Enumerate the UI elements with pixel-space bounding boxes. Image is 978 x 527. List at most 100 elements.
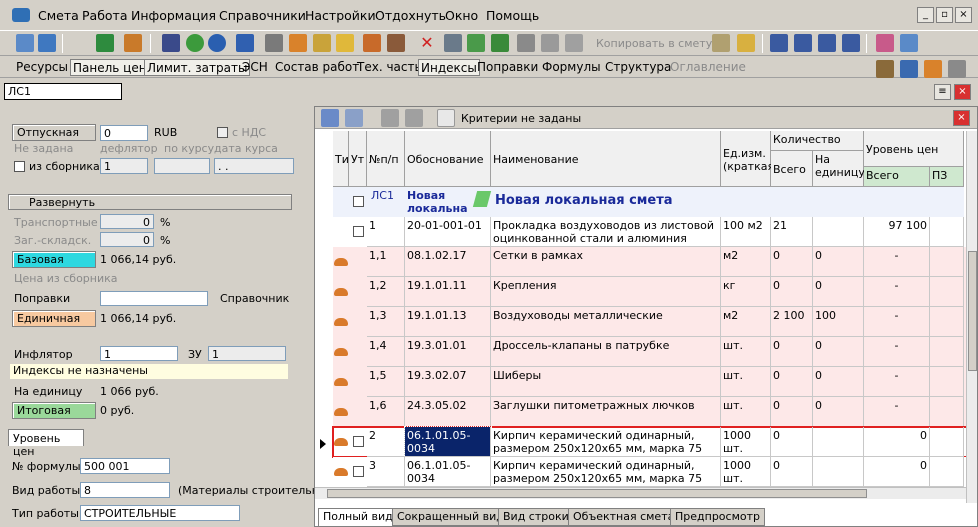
cell-unit[interactable]: м2 (721, 247, 771, 277)
cell-price-total[interactable]: - (864, 337, 930, 367)
cell-qty-per[interactable]: 0 (813, 397, 864, 427)
cell-num[interactable]: 3 (367, 457, 405, 487)
estimate-id-field[interactable]: ЛС1 (4, 83, 122, 100)
cell-name[interactable]: Кирпич керамический одинарный, размером … (491, 457, 721, 487)
cell-qty-per[interactable]: 0 (813, 247, 864, 277)
cell-name[interactable]: Прокладка воздуховодов из листовой оцинк… (491, 217, 721, 247)
cut-icon[interactable] (517, 34, 535, 52)
table-row[interactable]: 1,3 19.1.01.13 Воздуховоды металлические м2… (333, 307, 970, 337)
criteria-icon[interactable] (437, 109, 455, 127)
tab-work-composition[interactable]: Состав работ (273, 59, 361, 76)
cell-unit[interactable]: 100 м2 (721, 217, 771, 247)
cell-price-total[interactable]: - (864, 367, 930, 397)
layers-icon[interactable] (900, 34, 918, 52)
menu-info[interactable]: Информация (131, 8, 216, 23)
cell-num[interactable]: 1,6 (367, 397, 405, 427)
list-icon[interactable] (842, 34, 860, 52)
cell-qty-total[interactable]: 0 (771, 457, 813, 487)
tab-esn[interactable]: ЭСН (240, 59, 270, 76)
cell-qty-per[interactable] (813, 457, 864, 487)
otpusk-input[interactable]: 0 (100, 125, 148, 141)
tab-formulas[interactable]: Формулы (540, 59, 603, 76)
cell-unit[interactable]: шт. (721, 367, 771, 397)
tab-object-estimate[interactable]: Объектная смета (568, 508, 680, 526)
from-collection-checkbox[interactable] (14, 161, 25, 172)
storage-pct-select[interactable]: % (160, 234, 170, 247)
tab-tech-part[interactable]: Тех. часть (355, 59, 424, 76)
tree-add-icon[interactable] (38, 34, 56, 52)
tab-indexes[interactable]: Индексы (418, 59, 480, 76)
cell-qty-per[interactable]: 100 (813, 307, 864, 337)
resources-icon[interactable] (289, 34, 307, 52)
cell-name[interactable]: Шиберы (491, 367, 721, 397)
table-row[interactable]: 1,1 08.1.02.17 Сетки в рамках м2 0 0- (333, 247, 970, 277)
cell-basis[interactable]: 24.3.05.02 (405, 397, 491, 427)
cell-price-total[interactable]: - (864, 307, 930, 337)
cell-num[interactable]: 1 (367, 217, 405, 247)
cell-basis[interactable]: 06.1.01.05-0034 (405, 457, 491, 487)
cell-basis[interactable]: 08.1.02.17 (405, 247, 491, 277)
table-row[interactable]: 1,4 19.3.01.01 Дроссель-клапаны в патрубке… (333, 337, 970, 367)
row-checkbox[interactable] (353, 466, 364, 477)
folder-icon[interactable] (737, 34, 755, 52)
cell-pz[interactable] (930, 307, 964, 337)
menu-window[interactable]: Окно (445, 8, 478, 23)
currency-select[interactable]: RUB (154, 126, 177, 139)
cell-basis[interactable]: 19.3.01.01 (405, 337, 491, 367)
cell-pz[interactable] (930, 457, 964, 487)
cell-pz[interactable] (930, 277, 964, 307)
table-row[interactable]: 1,5 19.3.02.07 Шиберы шт. 0 0- (333, 367, 970, 397)
unit-button[interactable]: Единичная (12, 310, 96, 327)
truck-icon[interactable] (900, 60, 918, 78)
cell-price-total[interactable]: - (864, 247, 930, 277)
menu-smeta[interactable]: Смета (38, 8, 79, 23)
undo-icon[interactable] (208, 34, 226, 52)
cell-pz[interactable] (930, 247, 964, 277)
close-grid-icon[interactable]: × (953, 110, 970, 126)
excel-icon[interactable] (96, 34, 114, 52)
cell-name[interactable]: Воздуховоды металлические (491, 307, 721, 337)
cell-qty-total[interactable]: 0 (771, 367, 813, 397)
cell-unit[interactable]: шт. (721, 337, 771, 367)
tab-row-view[interactable]: Вид строки (498, 508, 574, 526)
copy-sheet-icon[interactable] (712, 34, 730, 52)
minimize-button[interactable]: _ (917, 7, 934, 23)
cell-num[interactable]: 1,4 (367, 337, 405, 367)
cell-name[interactable]: Крепления (491, 277, 721, 307)
indent-icon[interactable] (770, 34, 788, 52)
cell-qty-per[interactable] (813, 217, 864, 247)
cell-qty-total[interactable]: 0 (771, 397, 813, 427)
close-button[interactable]: × (955, 7, 972, 23)
cell-unit[interactable]: кг (721, 277, 771, 307)
tab-short-view[interactable]: Сокращенный вид (392, 508, 509, 526)
calc-icon[interactable] (444, 34, 462, 52)
cell-num[interactable]: 1,5 (367, 367, 405, 397)
splitter-icon[interactable]: ≡ (934, 84, 951, 100)
cell-num[interactable]: 1,3 (367, 307, 405, 337)
insert-icon[interactable] (313, 34, 331, 52)
tab-structure[interactable]: Структура (603, 59, 673, 76)
cell-qty-total[interactable]: 0 (771, 337, 813, 367)
refresh-icon[interactable] (186, 34, 204, 52)
tab-resources[interactable]: Ресурсы (14, 59, 70, 76)
table-row[interactable]: 1 20-01-001-01 Прокладка воздуховодов из л… (333, 217, 970, 247)
cell-basis[interactable]: 06.1.01.05-0034 (404, 426, 492, 458)
cell-qty-per[interactable]: 0 (813, 337, 864, 367)
cell-qty-per[interactable]: 0 (813, 277, 864, 307)
table-row[interactable]: 2 06.1.01.05-0034 Кирпич керамический один… (332, 426, 971, 458)
horizontal-scrollbar[interactable] (315, 487, 966, 499)
cell-pz[interactable] (930, 427, 964, 457)
comment-icon[interactable] (336, 34, 354, 52)
cell-qty-total[interactable]: 0 (771, 277, 813, 307)
row-checkbox[interactable] (353, 226, 364, 237)
cell-basis[interactable]: 20-01-001-01 (405, 217, 491, 247)
scroll-thumb[interactable] (968, 251, 977, 371)
table-row[interactable]: 1,6 24.3.05.02 Заглушки питометражных лючк… (333, 397, 970, 427)
cell-name[interactable]: Сетки в рамках (491, 247, 721, 277)
add-row-icon[interactable] (467, 34, 485, 52)
tab-preview[interactable]: Предпросмотр (670, 508, 765, 526)
menu-work[interactable]: Работа (82, 8, 128, 23)
link-icon[interactable] (363, 34, 381, 52)
recalc-icon[interactable] (236, 34, 254, 52)
inflator-input[interactable]: 1 (100, 346, 178, 361)
